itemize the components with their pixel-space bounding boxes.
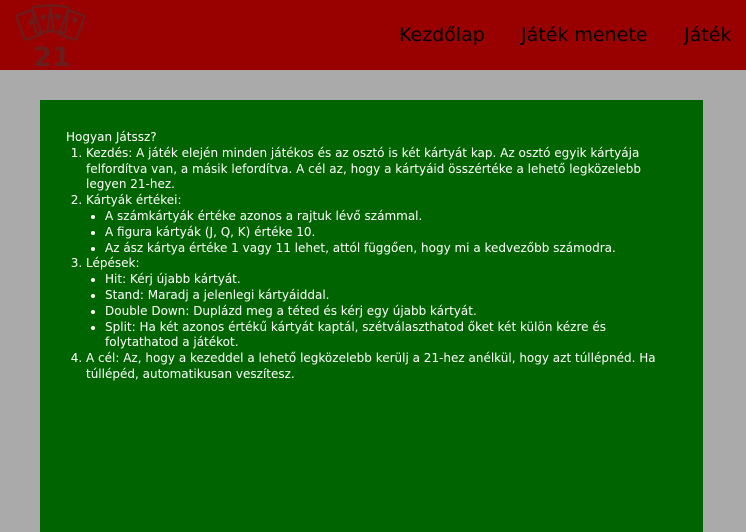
rule-step-text: Kártyák értékei:: [86, 193, 182, 208]
rule-step-start: Kezdés: A játék elején minden játékos és…: [86, 146, 676, 193]
list-item: Az ász kártya értéke 1 vagy 11 lehet, at…: [105, 241, 676, 257]
main-nav: Kezdőlap Játék menete Játék: [0, 22, 746, 48]
rule-step-goal: A cél: Az, hogy a kezeddel a lehető legk…: [86, 351, 676, 383]
list-item: Stand: Maradj a jelenlegi kártyáiddal.: [105, 288, 676, 304]
rules-steps: Kezdés: A játék elején minden játékos és…: [66, 146, 676, 383]
list-item: Double Down: Duplázd meg a téted és kérj…: [105, 304, 676, 320]
card-values-list: A számkártyák értéke azonos a rajtuk lév…: [86, 209, 676, 256]
nav-rules-link[interactable]: Játék menete: [521, 22, 648, 48]
rule-step-text: Lépések:: [86, 256, 140, 271]
rule-step-card-values: Kártyák értékei: A számkártyák értéke az…: [86, 193, 676, 256]
nav-play-link[interactable]: Játék: [684, 22, 731, 48]
rule-step-actions: Lépések: Hit: Kérj újabb kártyát. Stand:…: [86, 256, 676, 351]
rule-step-text: A cél: Az, hogy a kezeddel a lehető legk…: [86, 351, 656, 381]
rules-content: Hogyan Játssz? Kezdés: A játék elején mi…: [66, 130, 676, 383]
actions-list: Hit: Kérj újabb kártyát. Stand: Maradj a…: [86, 272, 676, 351]
list-item: A számkártyák értéke azonos a rajtuk lév…: [105, 209, 676, 225]
rule-step-text: Kezdés: A játék elején minden játékos és…: [86, 145, 642, 192]
list-item: A figura kártyák (J, Q, K) értéke 10.: [105, 225, 676, 241]
site-header: 21 Kezdőlap Játék menete Játék: [0, 0, 746, 73]
nav-home-link[interactable]: Kezdőlap: [399, 22, 485, 48]
list-item: Hit: Kérj újabb kártyát.: [105, 272, 676, 288]
rules-panel: Hogyan Játssz? Kezdés: A játék elején mi…: [40, 100, 703, 532]
list-item: Split: Ha két azonos értékű kártyát kapt…: [105, 320, 676, 352]
rules-title: Hogyan Játssz?: [66, 130, 157, 144]
